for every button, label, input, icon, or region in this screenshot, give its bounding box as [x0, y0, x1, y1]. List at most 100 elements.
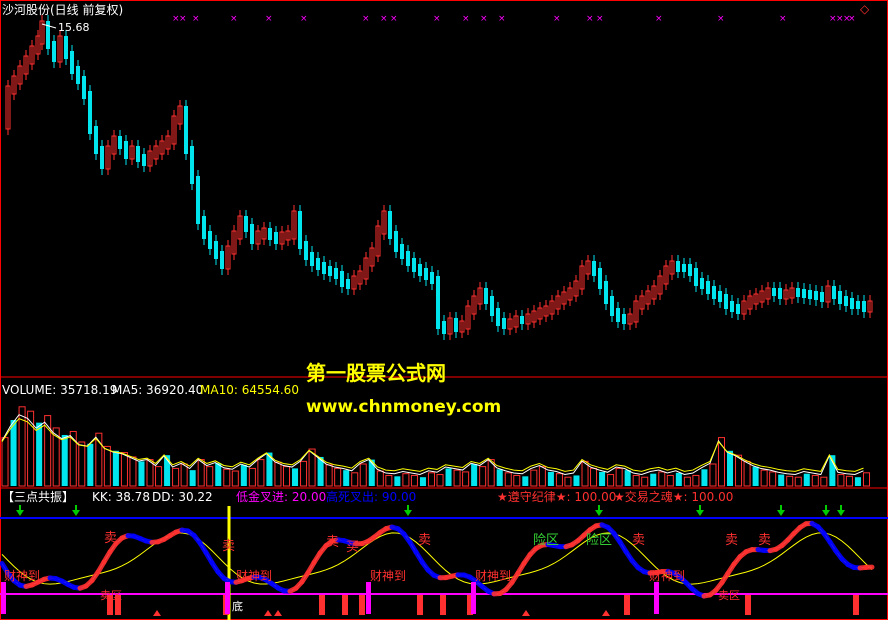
candle-body	[190, 146, 194, 184]
period-marker: ×	[192, 14, 200, 24]
volume-bar	[666, 474, 674, 487]
candle-body	[856, 301, 860, 309]
volume-bar	[615, 467, 623, 487]
volume-bar	[675, 472, 682, 486]
up-arrow-icon	[522, 610, 530, 616]
cai-shen-label: 财神到	[4, 569, 41, 583]
candle-body	[124, 141, 128, 159]
volume-bar	[513, 474, 521, 487]
period-marker: ×	[179, 14, 187, 24]
volume-bar	[385, 474, 393, 487]
period-marker: ×	[362, 14, 370, 24]
sell-label: 卖	[222, 539, 236, 554]
volume-bar	[487, 459, 495, 487]
volume-bar	[351, 472, 359, 487]
candle-body	[694, 268, 698, 286]
volume-bar	[112, 450, 119, 486]
volume-bar	[300, 460, 308, 487]
candle-body	[850, 298, 854, 309]
volume-bar	[599, 471, 606, 486]
volume-bar	[837, 474, 845, 487]
cai-shen-label: 财神到	[475, 569, 512, 583]
volume-bar	[803, 473, 810, 486]
volume-bar	[590, 467, 598, 487]
period-marker: ×	[480, 14, 488, 24]
diamond-icon[interactable]: ◇	[860, 3, 869, 15]
volume-bar	[10, 420, 17, 486]
candle-body	[838, 291, 842, 304]
candle-body	[700, 278, 704, 289]
danger-zone-label: 险区	[533, 533, 560, 548]
period-marker: ×	[553, 14, 561, 24]
period-marker: ×	[586, 14, 594, 24]
price-high-label: 15.68	[58, 21, 90, 34]
volume-bar	[453, 469, 461, 487]
volume-bar	[786, 475, 794, 487]
candle-body	[220, 251, 224, 269]
candle-body	[772, 288, 776, 296]
volume-ma10-line	[1, 418, 864, 472]
volume-bar	[427, 472, 435, 487]
volume-bar	[78, 441, 86, 487]
candle-body	[136, 146, 140, 162]
volume-bar	[36, 422, 43, 486]
danger-zone-label: 险区	[586, 533, 613, 548]
candle-body	[706, 281, 710, 294]
stock-title: 沙河股份(日线 前复权)	[2, 3, 124, 17]
candle-body	[592, 261, 596, 276]
candle-body	[94, 126, 98, 154]
candle-body	[322, 262, 326, 274]
sell-label: 卖	[418, 533, 432, 548]
candle-body	[676, 261, 680, 272]
candle-body	[730, 301, 734, 312]
candle-body	[832, 286, 836, 299]
signal-bar	[319, 595, 325, 615]
candle-body	[520, 316, 524, 324]
candle-body	[304, 241, 308, 260]
volume-bar	[274, 461, 282, 487]
volume-bar	[632, 474, 640, 487]
candle-body	[418, 264, 422, 276]
period-marker: ×	[498, 14, 506, 24]
volume-bar	[530, 469, 538, 487]
up-arrow-icon	[602, 610, 610, 616]
candle-body	[814, 291, 818, 300]
volume-bar	[607, 474, 615, 487]
volume-bar	[547, 471, 554, 486]
signal-bar	[359, 595, 365, 615]
candle-body	[424, 268, 428, 280]
candle-body	[802, 289, 806, 298]
candle-body	[862, 301, 866, 312]
period-marker: ×	[390, 14, 398, 24]
volume-bar	[231, 470, 239, 487]
volume-bar	[1, 437, 9, 487]
sell-label: 卖	[725, 533, 739, 548]
volume-bar	[120, 452, 128, 487]
volume-bar	[410, 474, 418, 487]
candle-body	[682, 264, 686, 272]
candle-body	[604, 281, 608, 304]
volume-bar	[641, 476, 649, 487]
candle-body	[268, 228, 272, 240]
volume-bar	[760, 469, 768, 487]
volume-bar	[334, 467, 342, 487]
period-marker: ×	[380, 14, 388, 24]
candle-body	[388, 211, 392, 239]
watermark-title: 第一股票公式网	[306, 361, 446, 385]
candle-body	[598, 268, 602, 289]
candle-body	[202, 216, 206, 239]
volume-bar	[778, 474, 785, 486]
volume-bar	[504, 472, 512, 487]
indicator-low-gold: 低金叉进: 20.00	[236, 490, 327, 504]
cai-shen-label: 财神到	[370, 569, 407, 583]
volume-bar	[206, 466, 214, 487]
volume-bar	[854, 477, 861, 486]
volume-bar	[709, 463, 717, 487]
signal-bar	[417, 595, 423, 615]
volume-bar	[727, 450, 734, 486]
volume-bar	[794, 476, 802, 487]
candlestick-chart[interactable]: × × × × × × × × × × × × × × × × × × × × × ××	[0, 0, 888, 620]
candle-body	[844, 296, 848, 306]
sell-area-label: 卖区	[718, 589, 740, 602]
candle-body	[64, 36, 68, 59]
